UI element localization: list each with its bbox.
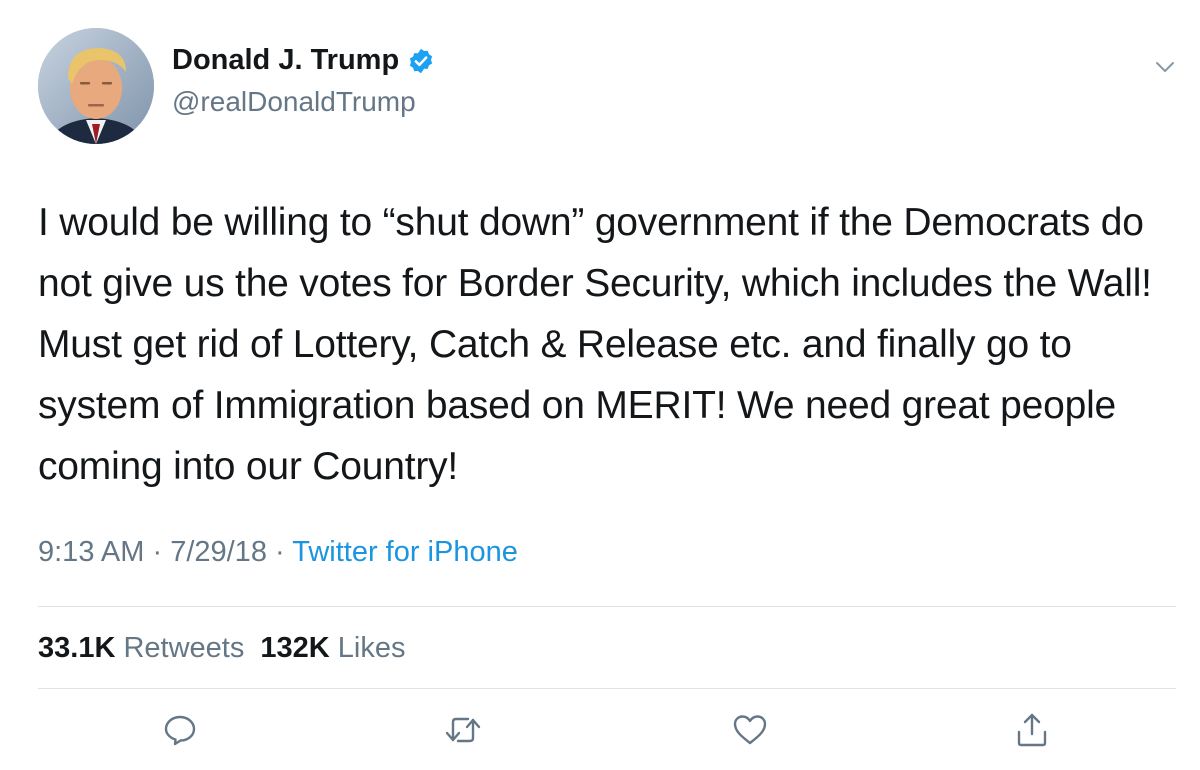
retweets-count: 33.1K	[38, 632, 116, 664]
retweets-label: Retweets	[123, 632, 245, 664]
chevron-down-icon[interactable]	[1152, 54, 1178, 80]
author-display-name[interactable]: Donald J. Trump	[172, 44, 435, 77]
likes-count: 132K	[260, 632, 330, 664]
tweet-meta: 9:13 AM · 7/29/18 · Twitter for iPhone	[38, 536, 518, 569]
tweet-source-link[interactable]: Twitter for iPhone	[292, 536, 518, 568]
profile-photo-icon	[38, 28, 154, 144]
likes-stat[interactable]: 132K Likes	[260, 632, 405, 664]
reply-button[interactable]	[158, 708, 202, 752]
retweet-icon	[445, 717, 481, 743]
retweets-stat[interactable]: 33.1K Retweets	[38, 632, 252, 664]
speech-bubble-icon	[164, 715, 196, 746]
tweet-date[interactable]: 7/29/18	[170, 536, 267, 568]
meta-separator: ·	[144, 536, 171, 568]
tweet-stats: 33.1K Retweets 132K Likes	[38, 632, 406, 665]
like-button[interactable]	[728, 708, 772, 752]
tweet-text: I would be willing to “shut down” govern…	[38, 201, 1152, 488]
author-handle[interactable]: @realDonaldTrump	[172, 86, 416, 118]
tweet-time[interactable]: 9:13 AM	[38, 536, 144, 568]
divider	[38, 688, 1176, 689]
verified-badge-icon	[407, 47, 435, 75]
tweet-card: Donald J. Trump @realDonaldTrump I would…	[0, 0, 1200, 770]
display-name-text: Donald J. Trump	[172, 44, 400, 76]
heart-icon	[733, 715, 767, 745]
share-icon	[1017, 713, 1047, 747]
share-button[interactable]	[1010, 708, 1054, 752]
divider	[38, 606, 1176, 607]
retweet-button[interactable]	[441, 708, 485, 752]
likes-label: Likes	[337, 632, 406, 664]
meta-separator: ·	[266, 536, 293, 568]
avatar[interactable]	[38, 28, 154, 144]
